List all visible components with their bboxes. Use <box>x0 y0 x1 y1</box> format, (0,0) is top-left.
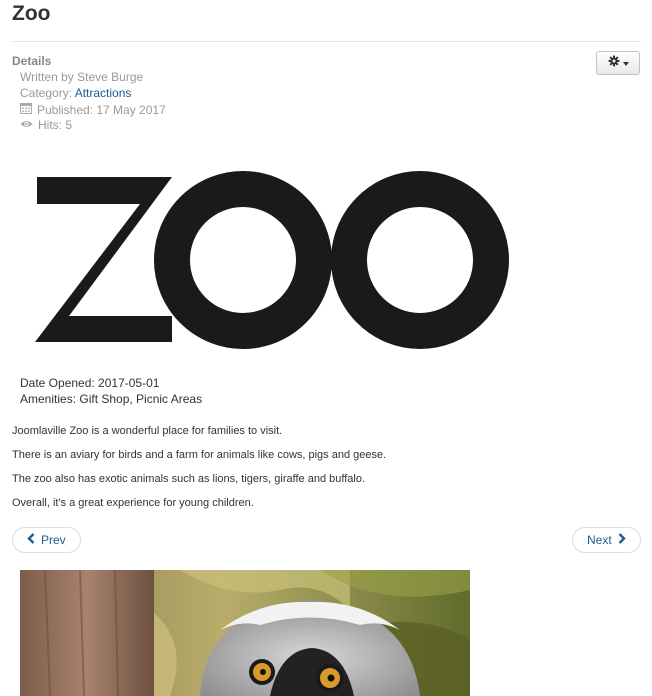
category-label: Category: Attractions <box>20 86 131 100</box>
category-line: Category: Attractions <box>20 86 131 100</box>
date-opened-field: Date Opened: 2017-05-01 <box>20 376 160 390</box>
body-paragraph: Overall, it's a great experience for you… <box>12 497 254 509</box>
details-heading: Details <box>12 54 52 68</box>
calendar-icon <box>20 102 32 117</box>
article-tools-button[interactable] <box>596 51 640 75</box>
chevron-left-icon <box>27 533 35 547</box>
title-divider <box>12 41 641 42</box>
body-paragraph: Joomlaville Zoo is a wonderful place for… <box>12 425 283 437</box>
gear-icon <box>608 54 620 72</box>
lemur-photo <box>20 570 470 696</box>
author-text: Written by Steve Burge <box>20 70 144 84</box>
body-paragraph: The zoo also has exotic animals such as … <box>12 473 366 485</box>
author-line: Written by Steve Burge <box>20 70 143 84</box>
prev-label: Prev <box>41 533 66 547</box>
hits-line: Hits: 5 <box>20 118 72 132</box>
category-link[interactable]: Attractions <box>75 86 132 100</box>
chevron-right-icon <box>618 533 626 547</box>
next-button[interactable]: Next <box>572 527 641 553</box>
eye-icon <box>20 118 33 132</box>
published-text: Published: 17 May 2017 <box>37 102 166 117</box>
published-line: Published: 17 May 2017 <box>20 102 166 117</box>
chevron-down-icon <box>622 61 629 66</box>
zoo-logo <box>30 164 520 365</box>
hits-text: Hits: 5 <box>38 118 73 132</box>
page-title: Zoo <box>12 2 51 25</box>
prev-button[interactable]: Prev <box>12 527 81 553</box>
amenities-field: Amenities: Gift Shop, Picnic Areas <box>20 392 203 406</box>
category-label-text: Category: <box>20 86 73 100</box>
body-paragraph: There is an aviary for birds and a farm … <box>12 449 387 461</box>
next-label: Next <box>587 533 612 547</box>
